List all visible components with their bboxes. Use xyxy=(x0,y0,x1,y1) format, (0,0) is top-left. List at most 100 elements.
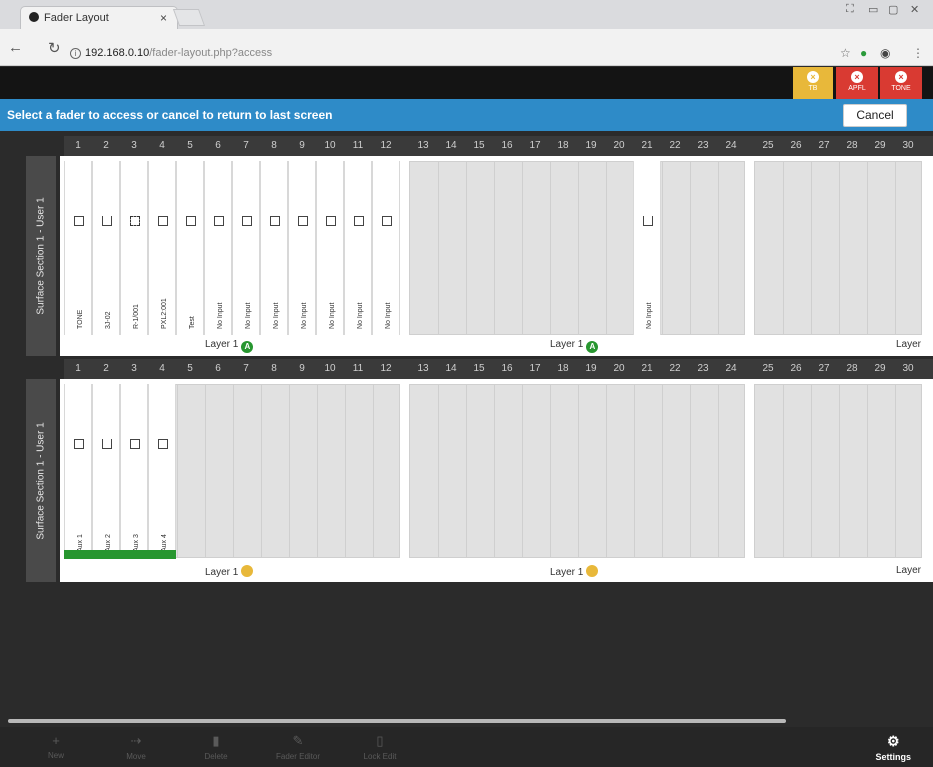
menu-icon[interactable]: ⋮ xyxy=(912,46,924,60)
empty-fader-slot[interactable] xyxy=(811,162,839,334)
empty-fader-slot[interactable] xyxy=(233,385,261,557)
fader-number: 24 xyxy=(725,363,737,374)
empty-fader-slot[interactable] xyxy=(373,385,401,557)
new-tab-button[interactable] xyxy=(172,9,206,26)
extension-check-icon[interactable]: ● xyxy=(860,46,867,60)
edit-icon: ✎ xyxy=(292,733,304,748)
empty-fader-slot[interactable] xyxy=(867,385,895,557)
fader-editor-button[interactable]: ✎ Fader Editor xyxy=(268,733,328,761)
empty-fader-slot[interactable] xyxy=(578,162,606,334)
tab-title: Fader Layout xyxy=(44,12,109,24)
empty-fader-slot[interactable] xyxy=(867,162,895,334)
empty-fader-slot[interactable] xyxy=(718,162,746,334)
fader-strip[interactable]: Aux 4 xyxy=(148,384,176,558)
fader-strip[interactable]: Aux 2 xyxy=(92,384,120,558)
empty-fader-slot[interactable] xyxy=(634,385,662,557)
fader-type-icon xyxy=(354,216,364,226)
empty-fader-slot[interactable] xyxy=(690,385,718,557)
empty-fader-slot[interactable] xyxy=(718,385,746,557)
new-button[interactable]: + New xyxy=(26,733,86,760)
delete-button[interactable]: ▮ Delete xyxy=(186,733,246,761)
close-window-icon[interactable]: ✕ xyxy=(910,3,919,16)
empty-fader-slot[interactable] xyxy=(522,385,550,557)
fader-strip[interactable]: No Input xyxy=(204,161,232,335)
empty-fader-slot[interactable] xyxy=(811,385,839,557)
empty-fader-slot[interactable] xyxy=(783,162,811,334)
empty-fader-slot[interactable] xyxy=(662,162,690,334)
header-button-apfl[interactable]: × APFL xyxy=(836,67,878,99)
empty-fader-slot[interactable] xyxy=(438,385,466,557)
gear-icon: ⚙ xyxy=(886,733,900,749)
empty-fader-slot[interactable] xyxy=(550,162,578,334)
fader-number: 29 xyxy=(874,363,886,374)
fader-strip[interactable]: No Input xyxy=(232,161,260,335)
banner-message: Select a fader to access or cancel to re… xyxy=(7,108,333,122)
fader-number: 21 xyxy=(641,140,653,151)
back-icon[interactable]: ← xyxy=(8,39,23,56)
empty-fader-slot[interactable] xyxy=(317,385,345,557)
empty-fader-slot[interactable] xyxy=(895,162,923,334)
empty-fader-slot[interactable] xyxy=(438,162,466,334)
reload-icon[interactable]: ↻ xyxy=(48,39,61,57)
lock-edit-button[interactable]: ▯ Lock Edit xyxy=(350,733,410,761)
empty-fader-slot[interactable] xyxy=(494,385,522,557)
toolbar-button-label: New xyxy=(47,751,64,760)
fader-strip[interactable]: PXL2:001 xyxy=(148,161,176,335)
empty-fader-slot[interactable] xyxy=(895,385,923,557)
fader-strip[interactable]: Aux 1 xyxy=(64,384,92,558)
empty-fader-slot[interactable] xyxy=(606,162,634,334)
empty-fader-slot[interactable] xyxy=(466,162,494,334)
fader-type-icon xyxy=(643,216,653,226)
fader-label: No Input xyxy=(646,302,653,329)
fader-number: 8 xyxy=(271,140,277,151)
empty-fader-slot[interactable] xyxy=(606,385,634,557)
fader-strip[interactable]: No Input xyxy=(316,161,344,335)
profile-icon[interactable]: ⛶ xyxy=(846,3,854,16)
bookmark-star-icon[interactable]: ☆ xyxy=(840,46,851,60)
empty-fader-slot[interactable] xyxy=(177,385,205,557)
empty-fader-slot[interactable] xyxy=(662,385,690,557)
fader-strip[interactable]: Aux 3 xyxy=(120,384,148,558)
fader-strip[interactable]: R-1/001 xyxy=(120,161,148,335)
move-button[interactable]: ⇢ Move xyxy=(106,733,166,761)
fader-strip[interactable]: No Input xyxy=(372,161,400,335)
fader-number: 23 xyxy=(697,140,709,151)
extension-icon[interactable]: ◉ xyxy=(880,46,890,60)
fader-strip[interactable]: No Input xyxy=(633,161,661,335)
settings-button[interactable]: ⚙ Settings xyxy=(875,733,911,762)
fader-strip[interactable]: Test xyxy=(176,161,204,335)
header-button-tb[interactable]: × TB xyxy=(793,67,833,99)
empty-fader-slot[interactable] xyxy=(345,385,373,557)
fader-strip[interactable]: No Input xyxy=(344,161,372,335)
fader-number: 4 xyxy=(159,140,165,151)
fader-strip[interactable]: 3J-02 xyxy=(92,161,120,335)
minimize-icon[interactable]: ▭ xyxy=(868,3,878,16)
address-bar[interactable]: i 192.168.0.10/fader-layout.php?access xyxy=(70,47,860,64)
empty-fader-slot[interactable] xyxy=(494,162,522,334)
empty-fader-slot[interactable] xyxy=(550,385,578,557)
empty-fader-slot[interactable] xyxy=(578,385,606,557)
empty-fader-slot[interactable] xyxy=(289,385,317,557)
empty-fader-slot[interactable] xyxy=(466,385,494,557)
info-icon[interactable]: i xyxy=(70,48,81,59)
maximize-icon[interactable]: ▢ xyxy=(888,3,898,16)
settings-label: Settings xyxy=(875,752,911,762)
fader-strip[interactable]: No Input xyxy=(260,161,288,335)
empty-fader-slot[interactable] xyxy=(690,162,718,334)
header-button-tone[interactable]: × TONE xyxy=(880,67,922,99)
close-icon: × xyxy=(807,71,819,83)
fader-strip[interactable]: TONE xyxy=(64,161,92,335)
fader-strip[interactable]: No Input xyxy=(288,161,316,335)
empty-fader-slot[interactable] xyxy=(839,162,867,334)
tab-close-icon[interactable]: × xyxy=(160,11,167,25)
browser-tab[interactable]: Fader Layout × xyxy=(20,6,178,29)
empty-fader-slot[interactable] xyxy=(261,385,289,557)
horizontal-scrollbar[interactable] xyxy=(8,719,786,723)
empty-fader-slot[interactable] xyxy=(839,385,867,557)
empty-fader-slot[interactable] xyxy=(205,385,233,557)
cancel-button[interactable]: Cancel xyxy=(843,104,907,127)
fader-number: 17 xyxy=(529,363,541,374)
empty-fader-slot[interactable] xyxy=(783,385,811,557)
empty-fader-slot[interactable] xyxy=(522,162,550,334)
fader-type-icon xyxy=(74,439,84,449)
